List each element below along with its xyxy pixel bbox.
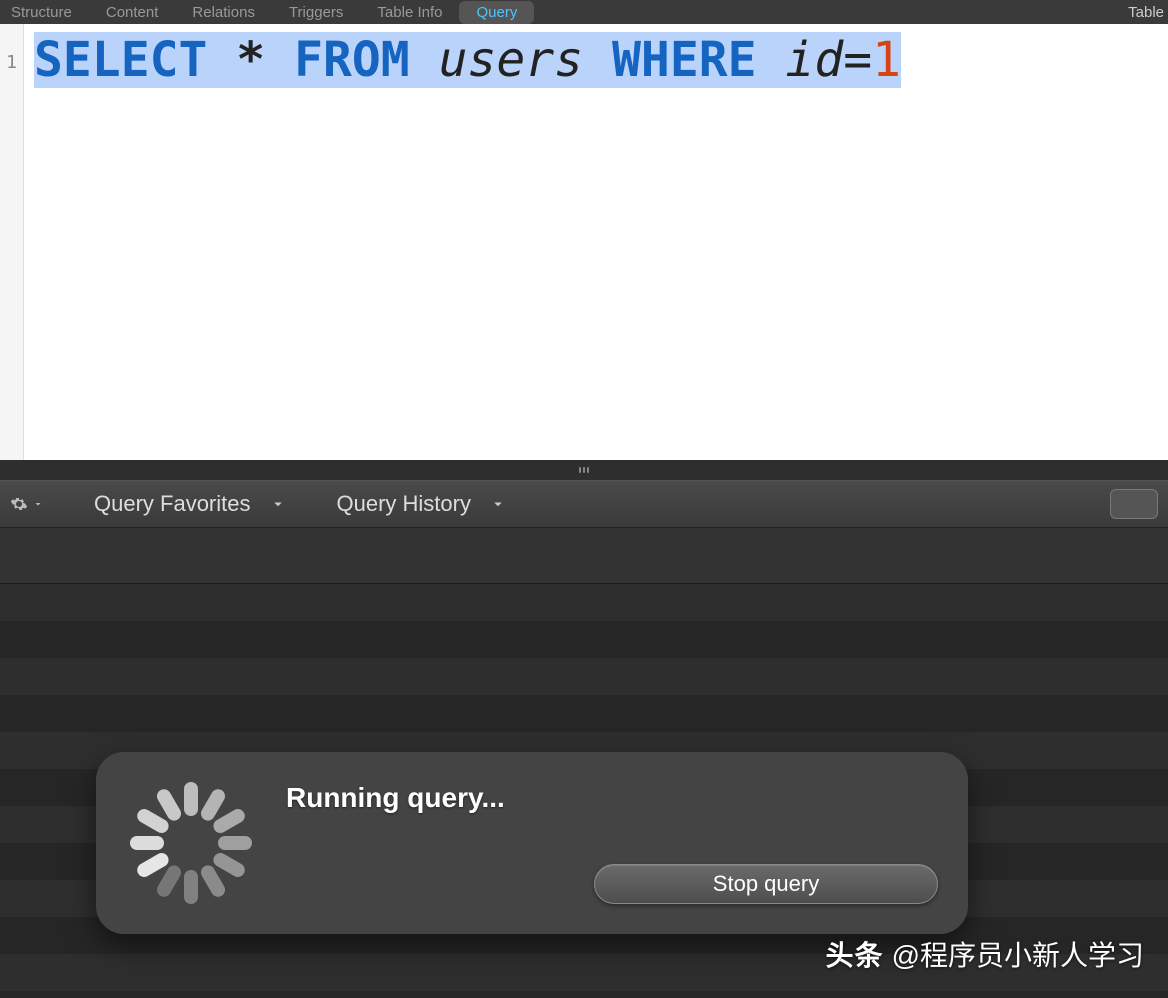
watermark-handle: @程序员小新人学习: [892, 934, 1144, 974]
table-row: [0, 621, 1168, 658]
tab-query[interactable]: Query: [459, 1, 534, 24]
line-number: 1: [0, 52, 23, 73]
watermark: 头条 @程序员小新人学习: [826, 934, 1144, 974]
tab-structure[interactable]: Structure: [0, 0, 89, 25]
tab-relations[interactable]: Relations: [175, 0, 272, 25]
chevron-down-icon: [32, 498, 44, 510]
tok-val: 1: [872, 32, 901, 88]
sql-editor[interactable]: SELECT * FROM users WHERE id=1: [24, 24, 1168, 460]
kw-where: WHERE: [612, 32, 757, 88]
chevron-down-icon: [489, 495, 507, 513]
table-row: [0, 658, 1168, 695]
query-favorites-label: Query Favorites: [94, 491, 251, 517]
stop-query-button[interactable]: Stop query: [594, 864, 938, 904]
tok-table: users: [439, 32, 584, 88]
watermark-brand: 头条: [826, 934, 884, 974]
query-history-dropdown[interactable]: Query History: [337, 491, 507, 517]
sql-editor-area: 1 SELECT * FROM users WHERE id=1: [0, 24, 1168, 460]
kw-select: SELECT: [34, 32, 207, 88]
line-gutter: 1: [0, 24, 24, 460]
running-query-dialog: Running query... Stop query: [96, 752, 968, 934]
chevron-down-icon: [269, 495, 287, 513]
table-row: [0, 991, 1168, 998]
tok-eq: =: [843, 32, 872, 88]
running-query-title: Running query...: [286, 782, 938, 814]
right-label-table: Table: [1124, 0, 1168, 25]
query-toolbar: Query Favorites Query History: [0, 480, 1168, 528]
tab-triggers[interactable]: Triggers: [272, 0, 360, 25]
results-header: [0, 528, 1168, 584]
query-favorites-dropdown[interactable]: Query Favorites: [94, 491, 287, 517]
spinner-icon: [126, 778, 256, 908]
query-history-label: Query History: [337, 491, 471, 517]
toolbar-right-button[interactable]: [1110, 489, 1158, 519]
horizontal-divider[interactable]: [0, 460, 1168, 480]
tok-col: id: [785, 32, 843, 88]
gear-menu[interactable]: [10, 495, 44, 513]
gear-icon: [10, 495, 28, 513]
tab-content[interactable]: Content: [89, 0, 176, 25]
tok-star: *: [236, 32, 265, 88]
kw-from: FROM: [294, 32, 410, 88]
table-row: [0, 584, 1168, 621]
table-row: [0, 695, 1168, 732]
tab-table-info[interactable]: Table Info: [360, 0, 459, 25]
top-tab-bar: Structure Content Relations Triggers Tab…: [0, 0, 1168, 24]
grip-icon: [577, 467, 591, 473]
